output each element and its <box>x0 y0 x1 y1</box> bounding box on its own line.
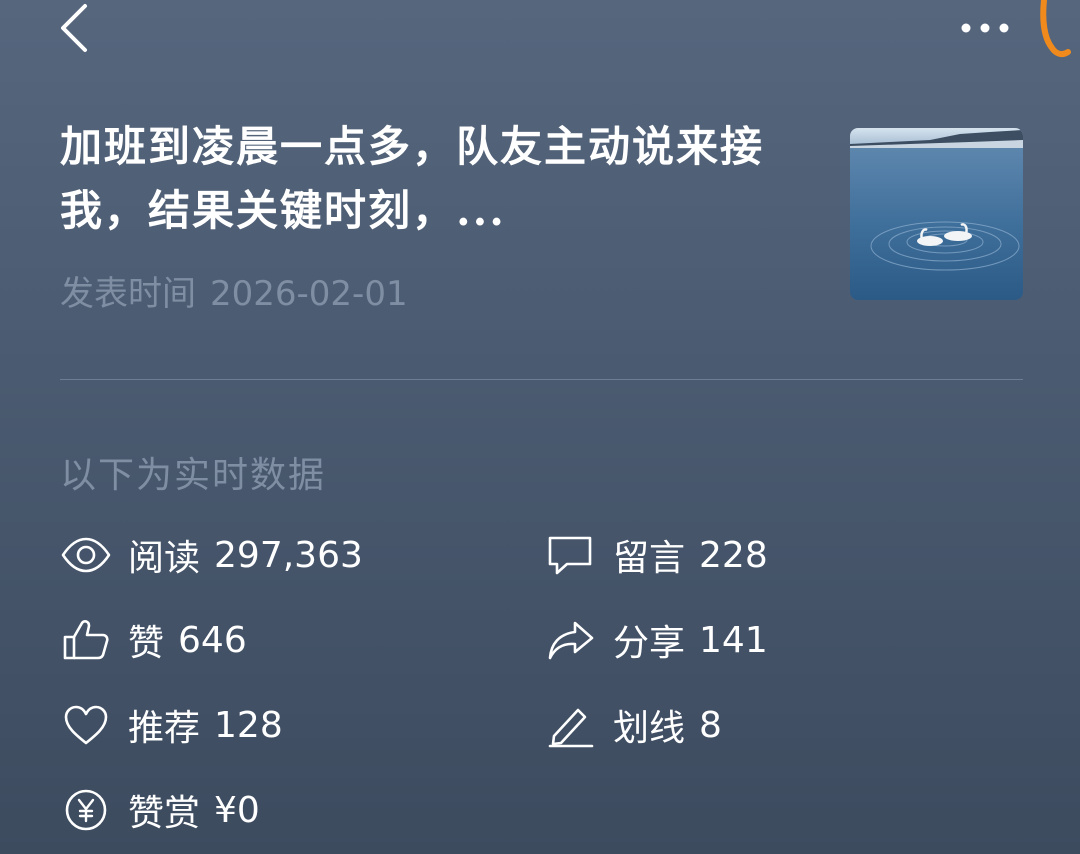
stat-reward: 赞赏 ¥0 <box>60 785 260 835</box>
stat-comment: 留言 228 <box>545 530 768 580</box>
orange-stroke-mark <box>1040 0 1071 58</box>
pen-icon <box>545 702 597 748</box>
publish-date: 2026-02-01 <box>210 274 408 314</box>
realtime-data-label: 以下为实时数据 <box>60 455 327 496</box>
share-icon <box>545 617 597 663</box>
comment-icon <box>545 532 597 578</box>
yen-coin-icon <box>60 787 112 833</box>
stat-highlight-value: 8 <box>699 704 722 746</box>
eye-icon <box>60 532 112 578</box>
stat-read-label: 阅读 <box>128 538 201 579</box>
stat-highlight: 划线 8 <box>545 700 722 750</box>
stat-comment-value: 228 <box>699 534 768 576</box>
stat-recommend-label: 推荐 <box>128 708 201 749</box>
stat-reward-label: 赞赏 <box>128 793 201 834</box>
stat-recommend: 推荐 128 <box>60 700 283 750</box>
stat-reward-value: ¥0 <box>214 789 260 831</box>
article-thumbnail[interactable] <box>850 128 1023 300</box>
thumbs-up-icon <box>60 617 112 663</box>
publish-time-label: 发表时间 <box>60 274 196 314</box>
stat-read: 阅读 297,363 <box>60 530 363 580</box>
stat-highlight-label: 划线 <box>613 708 686 749</box>
article-title[interactable]: 加班到凌晨一点多，队友主动说来接我，结果关键时刻，... <box>60 115 800 243</box>
stat-share-value: 141 <box>699 619 768 661</box>
stat-comment-label: 留言 <box>613 538 686 579</box>
stat-like: 赞 646 <box>60 615 247 665</box>
chevron-left-icon <box>61 4 87 52</box>
stat-share-label: 分享 <box>613 623 686 664</box>
stat-share: 分享 141 <box>545 615 768 665</box>
more-button[interactable] <box>950 10 1016 46</box>
stat-recommend-value: 128 <box>214 704 283 746</box>
heart-icon <box>60 702 112 748</box>
stat-like-value: 646 <box>178 619 247 661</box>
publish-time: 发表时间 2026-02-01 <box>60 266 408 315</box>
lake-swans-image <box>850 128 1023 300</box>
stat-like-label: 赞 <box>128 623 165 664</box>
back-button[interactable] <box>55 0 105 56</box>
stat-read-value: 297,363 <box>214 534 363 576</box>
divider <box>60 379 1023 380</box>
more-dots-icon <box>961 23 1009 33</box>
top-bar <box>0 0 1080 80</box>
